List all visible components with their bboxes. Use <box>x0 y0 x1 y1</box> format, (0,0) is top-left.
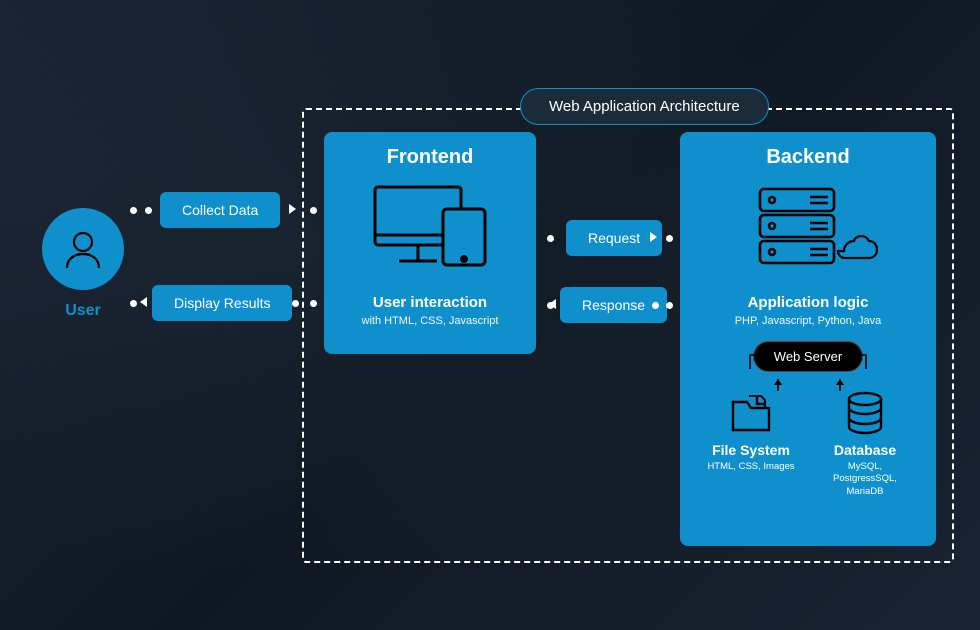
arrow-left-icon <box>140 297 147 307</box>
connector-dot <box>292 300 299 307</box>
frontend-tech: with HTML, CSS, Javascript <box>338 315 522 327</box>
backend-box: Backend Application logic PHP, Javascrip… <box>680 132 936 546</box>
server-icon <box>694 183 922 284</box>
database-title: Database <box>815 442 915 458</box>
user-block: User <box>38 208 128 320</box>
filesystem-title: File System <box>701 442 801 458</box>
backend-tech: PHP, Javascript, Python, Java <box>694 315 922 327</box>
filesystem-block: File System HTML, CSS, Images <box>701 390 801 498</box>
folder-icon <box>727 390 775 436</box>
connector-dot <box>310 207 317 214</box>
pill-response: Response <box>560 287 667 323</box>
user-label: User <box>38 302 128 320</box>
pill-collect-data: Collect Data <box>160 192 280 228</box>
pill-request: Request <box>566 220 662 256</box>
connector-dot <box>547 235 554 242</box>
connector-dot <box>666 235 673 242</box>
connector-dot <box>130 207 137 214</box>
user-icon <box>42 208 124 290</box>
connector-dot <box>652 302 659 309</box>
frontend-title: Frontend <box>338 146 522 169</box>
backend-subtitle: Application logic <box>694 294 922 311</box>
backend-title: Backend <box>694 146 922 169</box>
frontend-box: Frontend User interaction with HTML, CSS… <box>324 132 536 354</box>
architecture-title: Web Application Architecture <box>520 88 769 125</box>
arrow-right-icon <box>650 232 657 242</box>
database-block: Database MySQL, PostgressSQL, MariaDB <box>815 390 915 498</box>
connector-dot <box>666 302 673 309</box>
filesystem-sub: HTML, CSS, Images <box>701 461 801 473</box>
webserver-arrows <box>694 333 922 393</box>
arrow-right-icon <box>289 204 296 214</box>
database-icon <box>841 390 889 436</box>
database-sub: MySQL, PostgressSQL, MariaDB <box>815 461 915 498</box>
connector-dot <box>310 300 317 307</box>
arrow-left-icon <box>549 299 556 309</box>
devices-icon <box>338 181 522 286</box>
connector-dot <box>145 207 152 214</box>
frontend-subtitle: User interaction <box>338 294 522 311</box>
pill-display-results: Display Results <box>152 285 292 321</box>
connector-dot <box>130 300 137 307</box>
